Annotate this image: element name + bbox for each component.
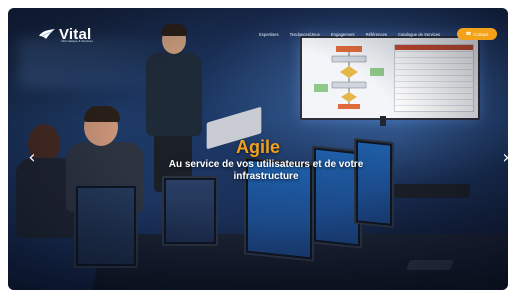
nav-item-references[interactable]: Références	[366, 32, 387, 37]
chevron-right-icon[interactable]: ›	[498, 148, 508, 168]
main-nav: Expertises Tendances/Jeux Engagement Réf…	[259, 32, 440, 37]
hero-title: Agile	[235, 137, 280, 157]
nav-item-catalogue[interactable]: Catalogue de Services	[398, 32, 440, 37]
nav-item-engagement[interactable]: Engagement	[331, 32, 355, 37]
page-frame: Vital Informatique & Services Expertises…	[0, 0, 516, 296]
nav-item-tendances[interactable]: Tendances/Jeux	[290, 32, 320, 37]
hero-slider: Vital Informatique & Services Expertises…	[8, 8, 508, 290]
brand-tagline: Informatique & Services	[61, 39, 93, 43]
chevron-left-icon[interactable]: ‹	[24, 148, 40, 168]
bird-icon	[39, 29, 55, 39]
nav-item-expertises[interactable]: Expertises	[259, 32, 279, 37]
phone-icon: ☎	[465, 31, 472, 36]
contact-button[interactable]: ☎ Contact	[457, 28, 497, 40]
contact-button-label: Contact	[473, 31, 489, 37]
hero-subtitle: Au service de vos utilisateurs et de vot…	[168, 159, 364, 182]
